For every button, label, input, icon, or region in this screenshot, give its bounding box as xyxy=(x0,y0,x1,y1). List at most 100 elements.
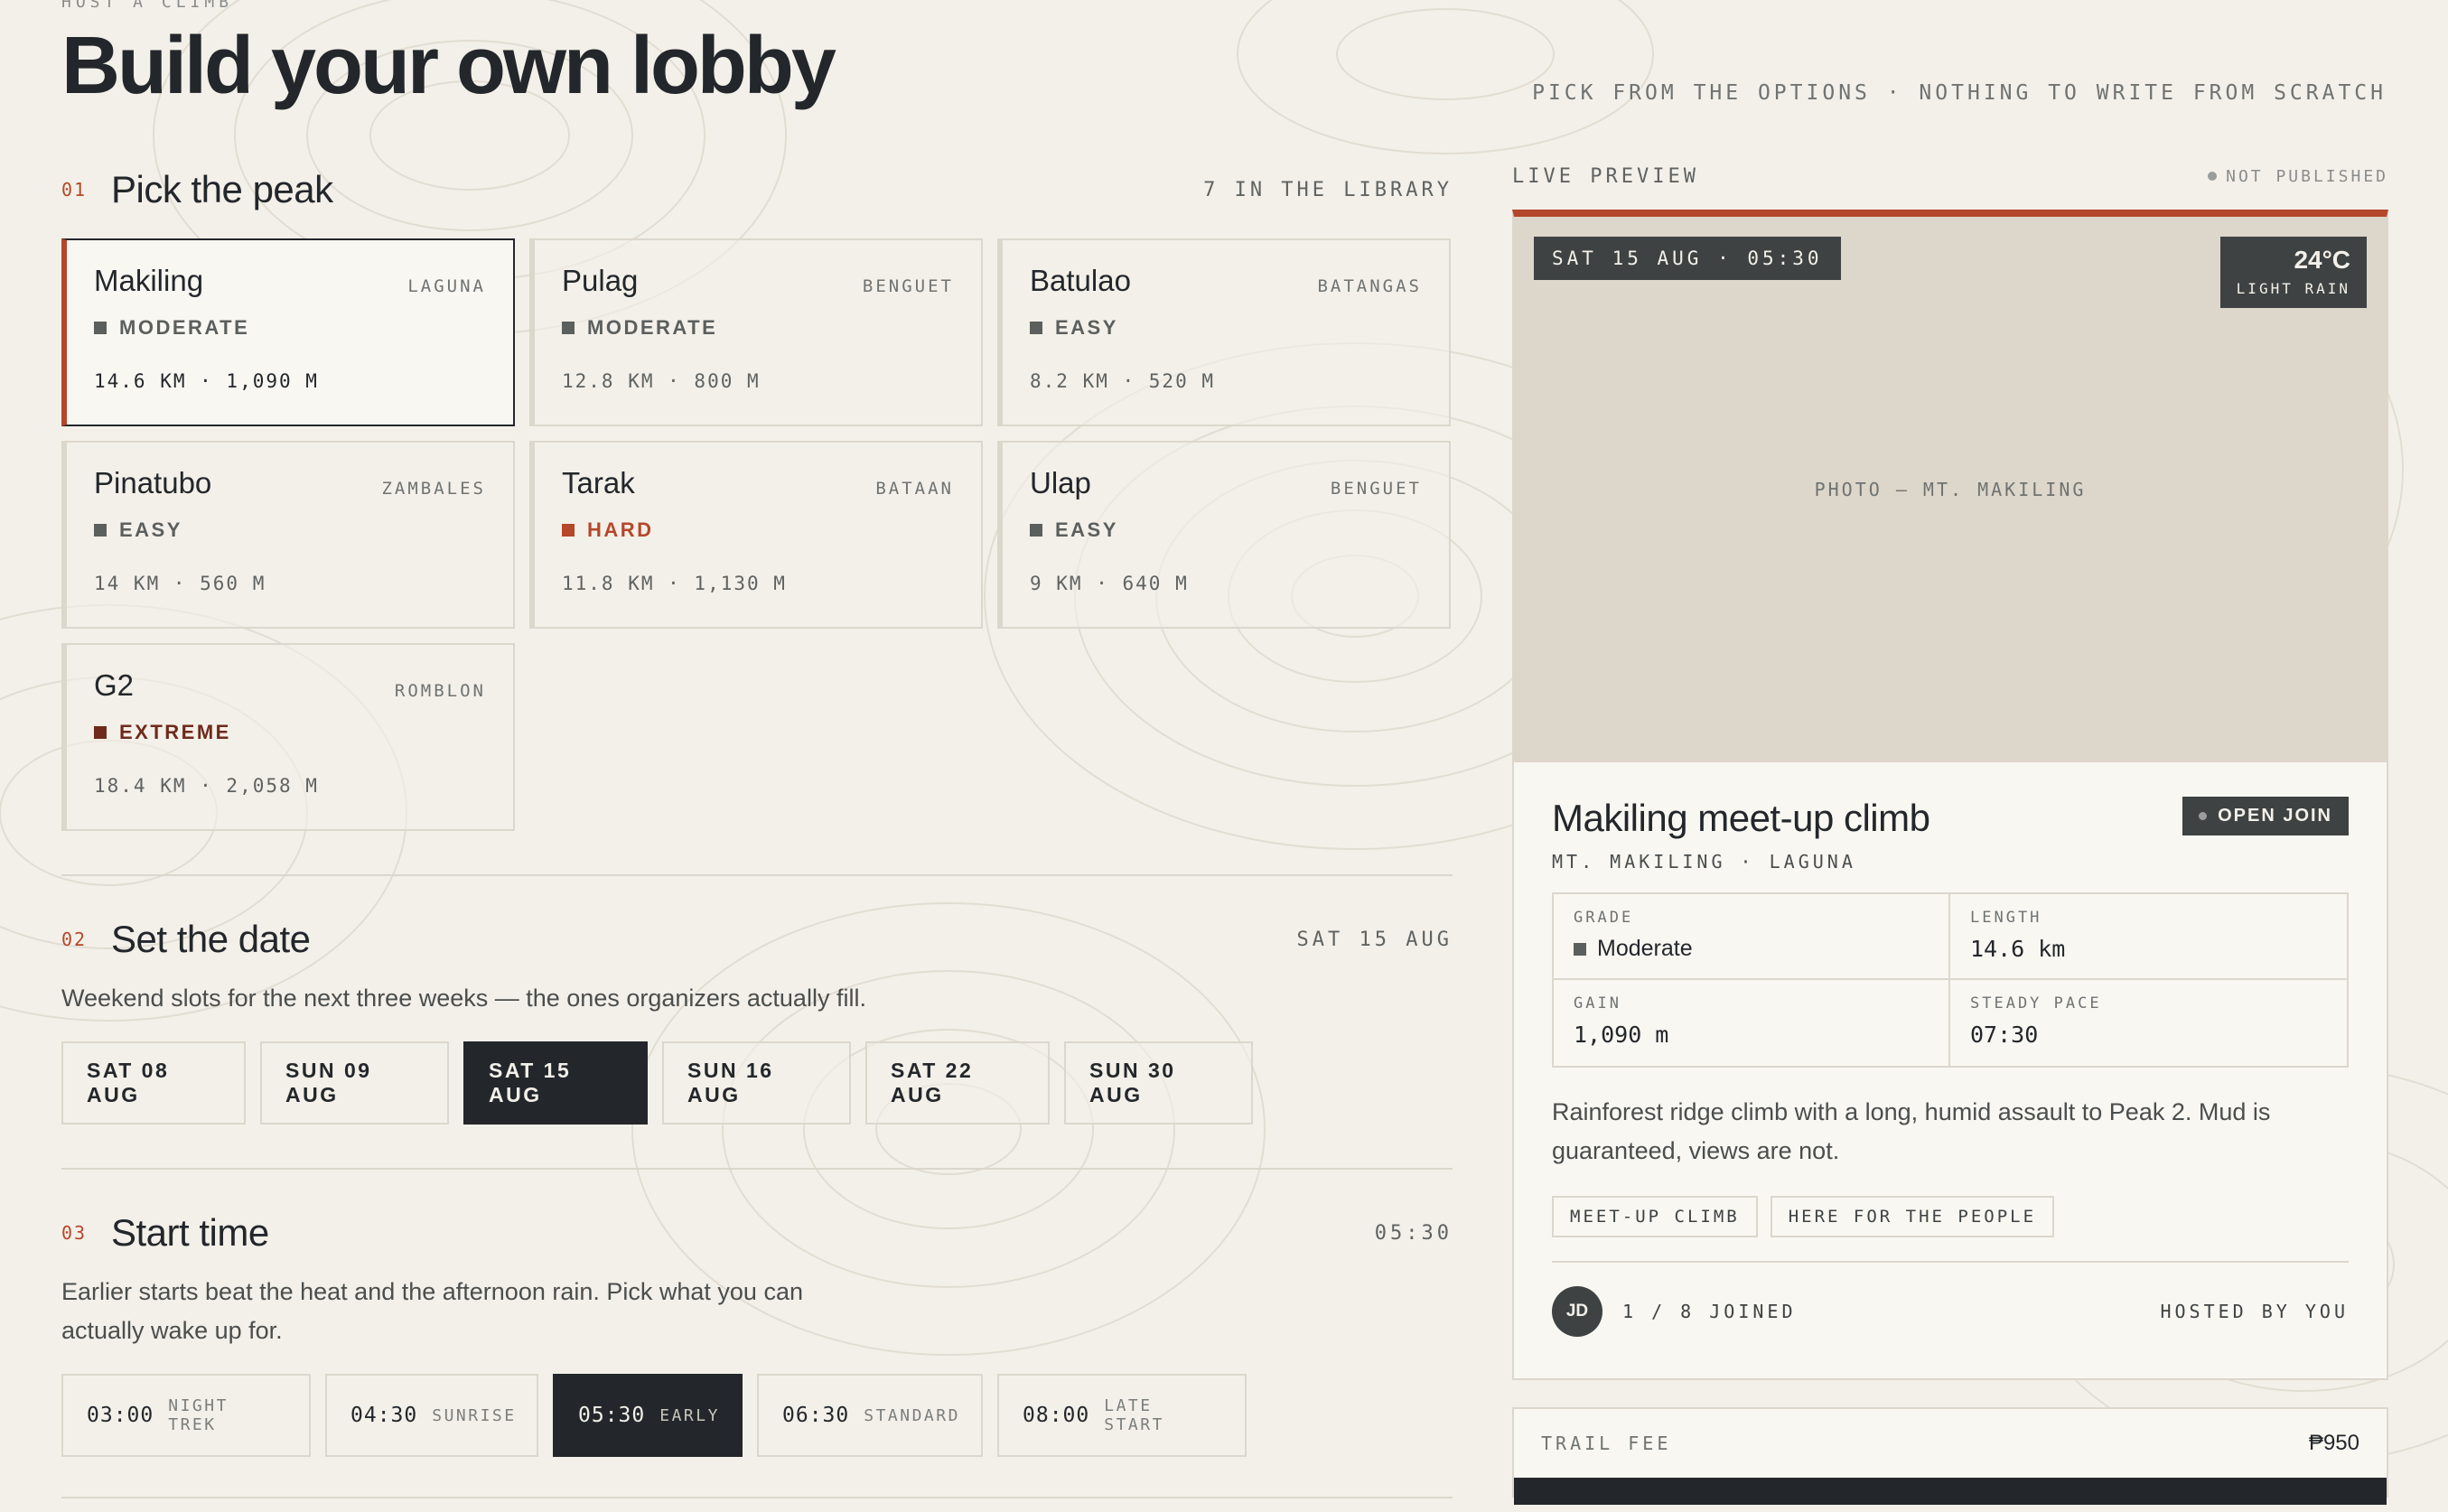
peak-card-g2[interactable]: G2 ROMBLON EXTREME 18.4 KM · 2,058 M xyxy=(61,643,515,831)
time-description: Earlier starts beat the heat and the aft… xyxy=(61,1278,803,1344)
climb-stats-grid: GRADE Moderate LENGTH 14.6 km GAIN 1,090… xyxy=(1552,892,2349,1068)
date-option-sat-08-aug[interactable]: SAT 08 AUG xyxy=(61,1041,246,1125)
time-label: STANDARD xyxy=(864,1405,960,1425)
peak-card-pinatubo[interactable]: Pinatubo ZAMBALES EASY 14 KM · 560 M xyxy=(61,441,515,629)
peak-stats: 14 KM · 560 M xyxy=(94,573,266,594)
peak-stats: 14.6 KM · 1,090 M xyxy=(94,370,319,392)
time-label: LATE START xyxy=(1104,1396,1164,1434)
weather-badge: 24°C LIGHT RAIN xyxy=(2219,237,2367,308)
peak-stats: 12.8 KM · 800 M xyxy=(562,370,761,392)
stat-value: 07:30 xyxy=(1970,1022,2039,1048)
peak-card-ulap[interactable]: Ulap BENGUET EASY 9 KM · 640 M xyxy=(997,441,1451,629)
joined-count: 1 / 8 JOINED xyxy=(1622,1301,1797,1322)
peak-card-pulag[interactable]: Pulag BENGUET MODERATE 12.8 KM · 800 M xyxy=(529,238,983,426)
selected-date-readout: SAT 15 AUG xyxy=(1296,928,1453,951)
time-options: 03:00 NIGHT TREK 04:30 SUNRISE 05:30 EAR… xyxy=(61,1374,1453,1457)
stat-grade: GRADE Moderate xyxy=(1554,894,1950,980)
section-divider xyxy=(61,1497,1453,1498)
grade-square-icon xyxy=(1574,942,1586,956)
difficulty-square-icon xyxy=(94,524,107,537)
status-dot-icon xyxy=(2208,172,2218,181)
difficulty-square-icon xyxy=(94,726,107,739)
section-title: Start time xyxy=(111,1211,269,1254)
peak-count: 7 IN THE LIBRARY xyxy=(1203,178,1453,201)
difficulty-badge: EASY xyxy=(1030,316,1422,340)
section-divider xyxy=(61,1168,1453,1170)
date-option-sun-30-aug[interactable]: SUN 30 AUG xyxy=(1064,1041,1253,1125)
time-value: 04:30 xyxy=(350,1404,418,1427)
publish-bar[interactable] xyxy=(1514,1478,2387,1505)
peak-region: BATAAN xyxy=(875,479,954,499)
trail-fee-row: TRAIL FEE ₱950 xyxy=(1514,1409,2387,1478)
stat-value: 14.6 km xyxy=(1970,936,2066,962)
time-option-0800[interactable]: 08:00 LATE START xyxy=(997,1374,1247,1457)
time-value: 05:30 xyxy=(578,1404,646,1427)
peak-card-batulao[interactable]: Batulao BATANGAS EASY 8.2 KM · 520 M xyxy=(997,238,1451,426)
peak-card-makiling[interactable]: Makiling LAGUNA MODERATE 14.6 KM · 1,090… xyxy=(61,238,515,426)
time-option-0430[interactable]: 04:30 SUNRISE xyxy=(325,1374,538,1457)
peak-stats: 11.8 KM · 1,130 M xyxy=(562,573,787,594)
time-option-0630[interactable]: 06:30 STANDARD xyxy=(757,1374,983,1457)
section-divider xyxy=(61,874,1453,876)
peak-stats: 8.2 KM · 520 M xyxy=(1030,370,1216,392)
peak-card-tarak[interactable]: Tarak BATAAN HARD 11.8 KM · 1,130 M xyxy=(529,441,983,629)
weather-condition: LIGHT RAIN xyxy=(2236,280,2350,297)
peak-section-header: 01 Pick the peak 7 IN THE LIBRARY xyxy=(61,163,1453,217)
stat-value: 1,090 m xyxy=(1574,1022,1669,1048)
time-value: 08:00 xyxy=(1023,1404,1090,1427)
date-option-sun-16-aug[interactable]: SUN 16 AUG xyxy=(662,1041,851,1125)
climb-title: Makiling meet-up climb xyxy=(1552,797,1930,839)
time-option-0530[interactable]: 05:30 EARLY xyxy=(553,1374,743,1457)
difficulty-square-icon xyxy=(94,322,107,334)
live-preview-panel: LIVE PREVIEW NOT PUBLISHED SAT 15 AUG · … xyxy=(1512,163,2388,1505)
photo-caption: PHOTO — MT. MAKILING xyxy=(1814,479,2087,500)
time-value: 06:30 xyxy=(782,1404,850,1427)
stat-length: LENGTH 14.6 km xyxy=(1950,894,2347,980)
fee-value: ₱950 xyxy=(2308,1431,2359,1455)
tag-chip: HERE FOR THE PEOPLE xyxy=(1770,1196,2055,1237)
peak-region: BENGUET xyxy=(1330,479,1422,499)
peak-region: ROMBLON xyxy=(394,681,486,701)
difficulty-square-icon xyxy=(1030,524,1042,537)
peak-region: BENGUET xyxy=(862,276,954,296)
fee-label: TRAIL FEE xyxy=(1541,1433,1672,1454)
stat-label: STEADY PACE xyxy=(1970,994,2102,1013)
page-tagline: PICK FROM THE OPTIONS · NOTHING TO WRITE… xyxy=(1532,81,2387,105)
date-option-sat-15-aug[interactable]: SAT 15 AUG xyxy=(463,1041,648,1125)
climb-tags: MEET-UP CLIMB HERE FOR THE PEOPLE xyxy=(1552,1196,2349,1237)
peak-region: LAGUNA xyxy=(407,276,486,296)
join-dot-icon xyxy=(2199,812,2208,820)
card-divider xyxy=(1552,1261,2349,1263)
date-description: Weekend slots for the next three weeks —… xyxy=(61,985,866,1012)
selected-time-readout: 05:30 xyxy=(1374,1221,1453,1245)
difficulty-square-icon xyxy=(562,524,575,537)
time-label: SUNRISE xyxy=(432,1405,517,1425)
date-option-sun-09-aug[interactable]: SUN 09 AUG xyxy=(260,1041,449,1125)
time-section-header: 03 Start time 05:30 xyxy=(61,1206,1453,1260)
open-join-badge: OPEN JOIN xyxy=(2182,797,2349,835)
time-option-0300[interactable]: 03:00 NIGHT TREK xyxy=(61,1374,311,1457)
peak-stats: 9 KM · 640 M xyxy=(1030,573,1189,594)
page-eyebrow: HOST A CLIMB xyxy=(61,0,234,12)
peak-region: BATANGAS xyxy=(1317,276,1422,296)
peak-region: ZAMBALES xyxy=(381,479,486,499)
tag-chip: MEET-UP CLIMB xyxy=(1552,1196,1758,1237)
photo-date-badge: SAT 15 AUG · 05:30 xyxy=(1534,237,1841,280)
stat-pace: STEADY PACE 07:30 xyxy=(1950,980,2347,1066)
avatar: JD xyxy=(1552,1286,1602,1337)
time-value: 03:00 xyxy=(87,1404,154,1427)
climb-preview-card: SAT 15 AUG · 05:30 24°C LIGHT RAIN PHOTO… xyxy=(1512,210,2388,1380)
difficulty-badge: EASY xyxy=(94,518,486,542)
difficulty-square-icon xyxy=(1030,322,1042,334)
date-option-sat-22-aug[interactable]: SAT 22 AUG xyxy=(865,1041,1050,1125)
difficulty-square-icon xyxy=(562,322,575,334)
stat-gain: GAIN 1,090 m xyxy=(1554,980,1950,1066)
date-options: SAT 08 AUG SUN 09 AUG SAT 15 AUG SUN 16 … xyxy=(61,1041,1453,1125)
difficulty-badge: EXTREME xyxy=(94,721,486,744)
climb-info: Makiling meet-up climb OPEN JOIN MT. MAK… xyxy=(1514,762,2387,1378)
stat-label: GRADE xyxy=(1574,909,1634,927)
difficulty-badge: MODERATE xyxy=(562,316,954,340)
stat-value: Moderate xyxy=(1574,936,1929,962)
section-number: 01 xyxy=(61,179,88,201)
publish-status: NOT PUBLISHED xyxy=(2208,167,2388,186)
